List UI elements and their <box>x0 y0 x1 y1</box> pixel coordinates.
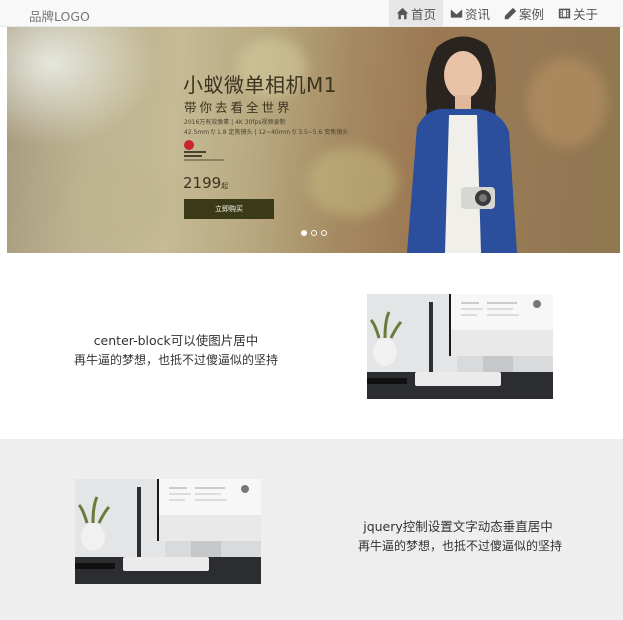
feature-image <box>367 294 553 399</box>
feature-row-2: jquery控制设置文字动态垂直居中 再牛逼的梦想，也抵不过傻逼似的坚持 <box>0 439 623 620</box>
desk-computer-image <box>367 294 553 399</box>
navbar: 品牌LOGO 首页 资讯 案例 关于 <box>0 0 623 27</box>
buy-now-button[interactable]: 立即购买 <box>184 199 274 219</box>
pencil-icon <box>504 7 517 20</box>
hero-carousel[interactable]: 小蚁微单相机M1 带你去看全世界 2016万有效像素 | 4K 30fps视频录… <box>7 27 620 253</box>
carousel-price: 2199起 <box>183 174 228 192</box>
price-value: 2199 <box>183 174 222 192</box>
carousel-spec: 2016万有效像素 | 4K 30fps视频录制 <box>184 119 286 126</box>
carousel-indicator[interactable] <box>321 230 327 236</box>
feature-image <box>75 479 261 584</box>
feature-description: 再牛逼的梦想，也抵不过傻逼似的坚持 <box>73 353 278 367</box>
feature-title: center-block可以使图片居中 <box>93 333 259 348</box>
background-sky <box>7 27 157 147</box>
carousel-indicators <box>301 230 327 236</box>
feature-row-1: center-block可以使图片居中 再牛逼的梦想，也抵不过傻逼似的坚持 <box>0 254 623 439</box>
nav-menu: 首页 资讯 案例 关于 <box>388 0 605 27</box>
nav-item-cases[interactable]: 案例 <box>497 0 551 27</box>
carousel-headline: 小蚁微单相机M1 <box>183 73 337 97</box>
feature-description: 再牛逼的梦想，也抵不过傻逼似的坚持 <box>357 539 562 553</box>
hero-model-photo <box>407 36 517 253</box>
nav-item-news[interactable]: 资讯 <box>443 0 497 27</box>
home-icon <box>396 7 409 20</box>
film-icon <box>558 8 571 19</box>
award-badge-icon <box>184 140 194 150</box>
bokeh-light <box>307 147 397 217</box>
carousel-subline: 带你去看全世界 <box>184 100 293 115</box>
desk-computer-image <box>75 479 261 584</box>
nav-item-label: 关于 <box>572 7 598 22</box>
envelope-icon <box>450 9 463 18</box>
carousel-indicator[interactable] <box>301 230 307 236</box>
nav-item-label: 首页 <box>410 7 436 22</box>
bokeh-light <box>527 57 607 147</box>
bokeh-light <box>67 167 167 237</box>
carousel-spec: 42.5mm f/ 1.8 定焦镜头 | 12~40mm f/ 3.5~5.6 … <box>184 129 349 136</box>
award-text <box>184 151 254 161</box>
nav-item-label: 案例 <box>518 7 544 22</box>
brand-logo[interactable]: 品牌LOGO <box>29 6 90 25</box>
nav-item-home[interactable]: 首页 <box>388 0 443 27</box>
carousel-indicator[interactable] <box>311 230 317 236</box>
nav-item-label: 资讯 <box>464 7 490 22</box>
feature-title: jquery控制设置文字动态垂直居中 <box>363 519 553 534</box>
nav-item-about[interactable]: 关于 <box>551 0 605 27</box>
price-unit: 起 <box>221 182 229 190</box>
